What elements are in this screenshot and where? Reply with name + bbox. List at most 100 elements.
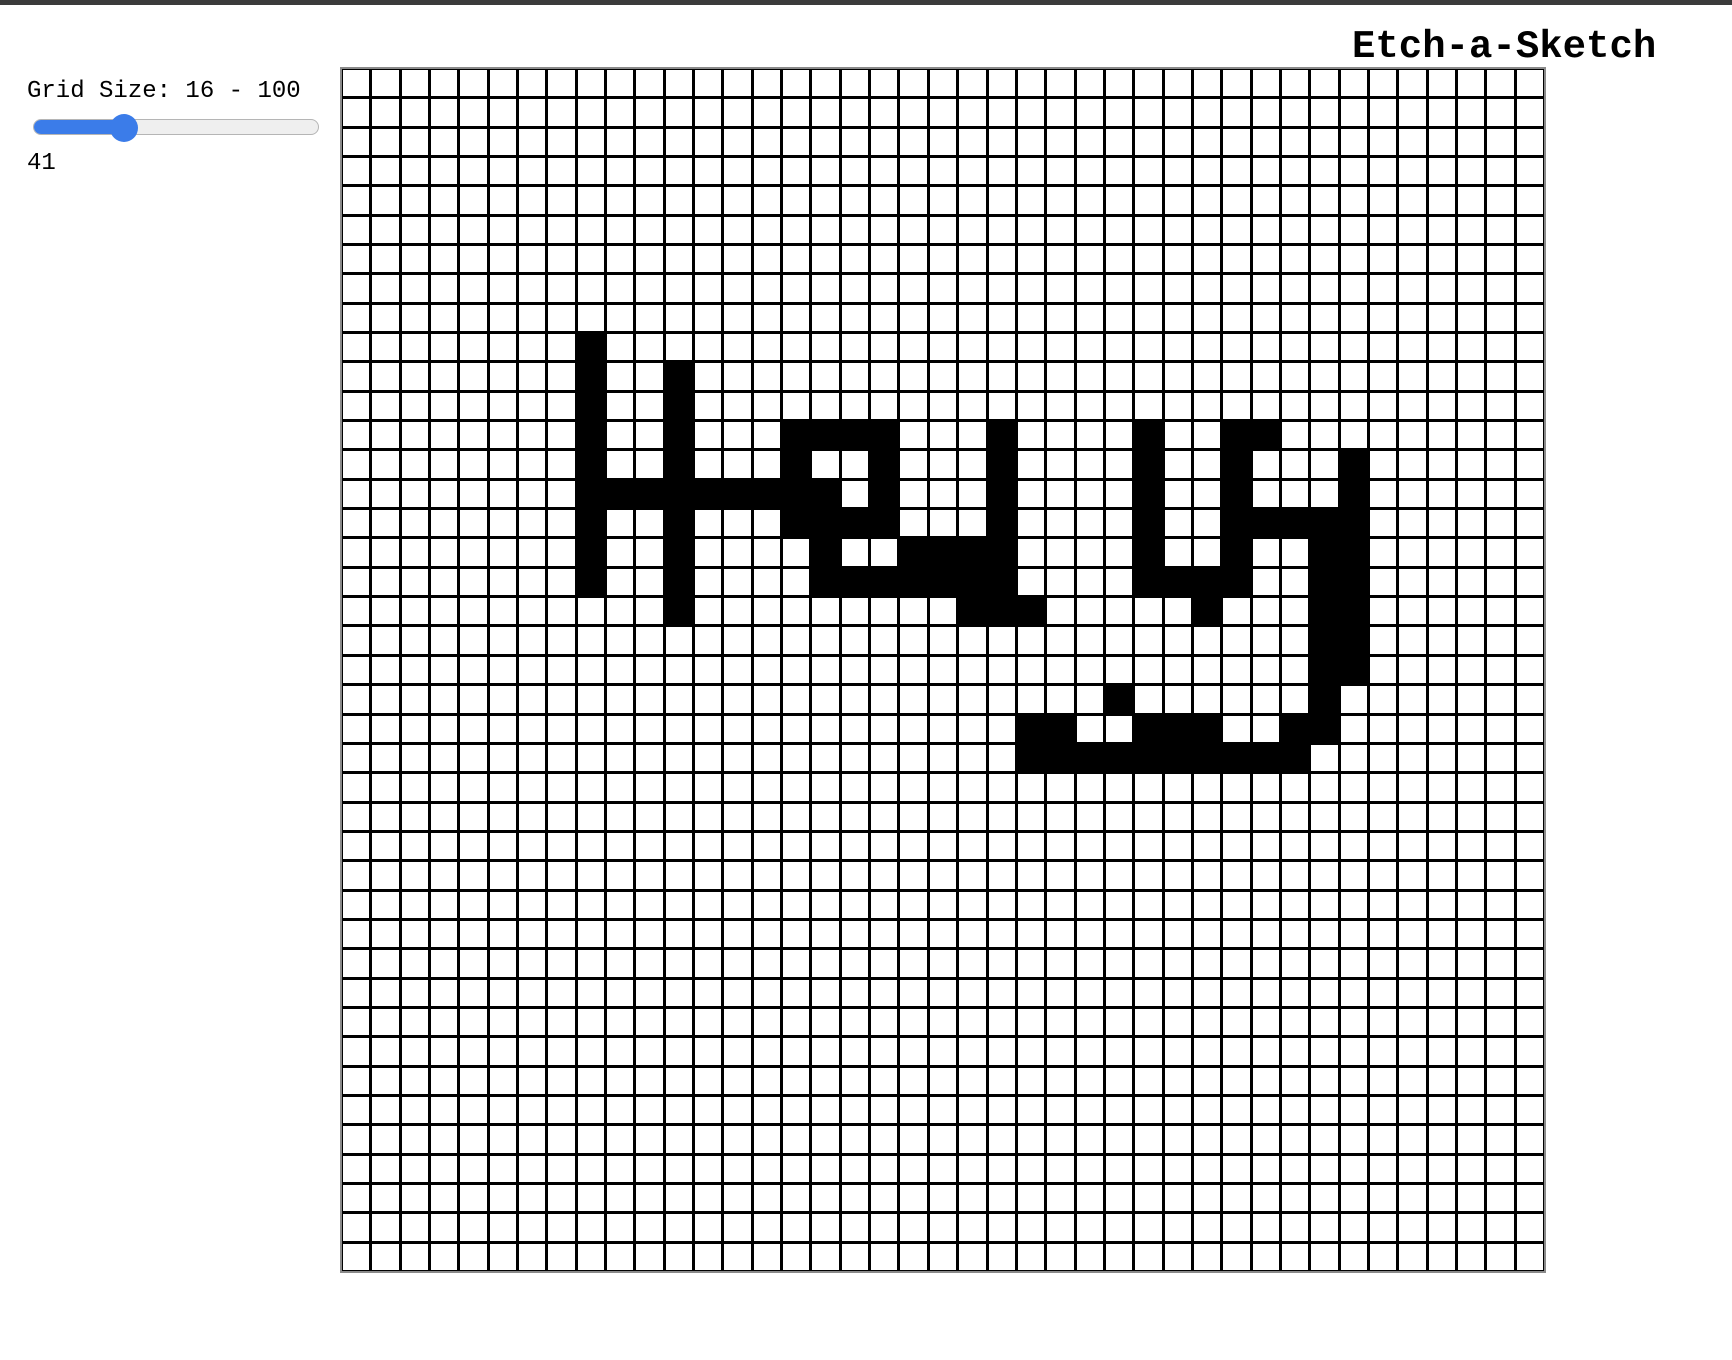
grid-cell[interactable] <box>988 70 1015 97</box>
grid-cell[interactable] <box>1017 1126 1045 1153</box>
grid-cell[interactable] <box>900 1008 927 1036</box>
grid-cell[interactable] <box>636 99 663 126</box>
grid-cell[interactable] <box>812 158 839 185</box>
grid-cell[interactable] <box>1516 656 1543 684</box>
grid-cell[interactable] <box>871 891 898 918</box>
grid-cell[interactable] <box>665 862 693 889</box>
grid-cell[interactable] <box>724 187 751 214</box>
grid-cell[interactable] <box>343 744 370 772</box>
grid-cell[interactable] <box>1399 539 1426 566</box>
grid-cell[interactable] <box>1457 451 1485 478</box>
grid-cell[interactable] <box>1281 832 1309 860</box>
grid-cell[interactable] <box>1252 187 1279 214</box>
grid-cell[interactable] <box>900 774 927 801</box>
grid-cell[interactable] <box>372 598 399 625</box>
grid-cell[interactable] <box>753 334 781 361</box>
grid-cell[interactable] <box>607 70 634 97</box>
grid-cell[interactable] <box>519 1067 546 1094</box>
grid-cell[interactable] <box>665 1067 693 1094</box>
grid-cell[interactable] <box>1340 1067 1367 1094</box>
grid-cell[interactable] <box>460 246 487 273</box>
grid-cell[interactable] <box>489 392 517 420</box>
grid-cell[interactable] <box>1193 70 1221 97</box>
grid-cell[interactable] <box>1281 187 1309 214</box>
grid-cell[interactable] <box>1252 627 1279 654</box>
grid-cell[interactable] <box>695 392 722 420</box>
grid-cell[interactable] <box>841 246 869 273</box>
grid-cell[interactable] <box>812 334 839 361</box>
grid-cell[interactable] <box>636 128 663 156</box>
grid-cell[interactable] <box>1223 744 1250 772</box>
grid-cell[interactable] <box>636 598 663 625</box>
grid-cell[interactable] <box>724 510 751 537</box>
grid-cell[interactable] <box>1193 568 1221 596</box>
grid-cell[interactable] <box>783 627 810 654</box>
grid-cell[interactable] <box>1105 774 1133 801</box>
grid-cell[interactable] <box>1193 158 1221 185</box>
grid-cell[interactable] <box>372 451 399 478</box>
grid-cell[interactable] <box>489 451 517 478</box>
grid-cell[interactable] <box>783 803 810 830</box>
grid-cell[interactable] <box>1135 392 1162 420</box>
grid-cell[interactable] <box>1428 99 1455 126</box>
grid-cell[interactable] <box>841 1008 869 1036</box>
grid-cell[interactable] <box>1105 275 1133 302</box>
grid-cell[interactable] <box>959 539 986 566</box>
grid-cell[interactable] <box>695 275 722 302</box>
grid-cell[interactable] <box>665 128 693 156</box>
grid-cell[interactable] <box>929 598 957 625</box>
grid-cell[interactable] <box>1193 920 1221 948</box>
grid-cell[interactable] <box>665 246 693 273</box>
grid-cell[interactable] <box>489 334 517 361</box>
grid-cell[interactable] <box>1311 422 1338 449</box>
grid-cell[interactable] <box>783 128 810 156</box>
grid-cell[interactable] <box>665 891 693 918</box>
grid-cell[interactable] <box>489 803 517 830</box>
grid-cell[interactable] <box>1457 715 1485 742</box>
grid-cell[interactable] <box>1399 920 1426 948</box>
grid-cell[interactable] <box>1516 979 1543 1006</box>
grid-cell[interactable] <box>519 539 546 566</box>
grid-cell[interactable] <box>460 451 487 478</box>
grid-cell[interactable] <box>1164 275 1191 302</box>
grid-cell[interactable] <box>1076 1243 1103 1270</box>
grid-cell[interactable] <box>695 158 722 185</box>
grid-cell[interactable] <box>1164 158 1191 185</box>
grid-cell[interactable] <box>900 363 927 390</box>
grid-cell[interactable] <box>1164 568 1191 596</box>
grid-cell[interactable] <box>1281 70 1309 97</box>
grid-cell[interactable] <box>401 862 429 889</box>
grid-cell[interactable] <box>1369 1126 1397 1153</box>
grid-cell[interactable] <box>1457 99 1485 126</box>
grid-cell[interactable] <box>1281 510 1309 537</box>
grid-cell[interactable] <box>1487 979 1514 1006</box>
grid-cell[interactable] <box>1516 686 1543 713</box>
grid-cell[interactable] <box>1487 70 1514 97</box>
grid-cell[interactable] <box>900 158 927 185</box>
grid-cell[interactable] <box>431 510 458 537</box>
grid-cell[interactable] <box>871 744 898 772</box>
grid-cell[interactable] <box>489 422 517 449</box>
grid-cell[interactable] <box>1105 1038 1133 1065</box>
grid-cell[interactable] <box>607 1155 634 1182</box>
grid-cell[interactable] <box>1076 1184 1103 1212</box>
grid-cell[interactable] <box>431 422 458 449</box>
grid-cell[interactable] <box>1252 422 1279 449</box>
grid-cell[interactable] <box>929 920 957 948</box>
grid-cell[interactable] <box>431 480 458 508</box>
grid-cell[interactable] <box>900 1096 927 1124</box>
grid-cell[interactable] <box>959 568 986 596</box>
grid-cell[interactable] <box>607 568 634 596</box>
grid-cell[interactable] <box>1105 950 1133 977</box>
grid-cell[interactable] <box>1076 363 1103 390</box>
grid-cell[interactable] <box>1017 363 1045 390</box>
grid-cell[interactable] <box>372 774 399 801</box>
grid-cell[interactable] <box>1164 832 1191 860</box>
grid-cell[interactable] <box>812 979 839 1006</box>
grid-cell[interactable] <box>1311 715 1338 742</box>
grid-cell[interactable] <box>1399 246 1426 273</box>
grid-cell[interactable] <box>665 1214 693 1241</box>
grid-cell[interactable] <box>401 187 429 214</box>
grid-cell[interactable] <box>431 539 458 566</box>
grid-cell[interactable] <box>372 1214 399 1241</box>
